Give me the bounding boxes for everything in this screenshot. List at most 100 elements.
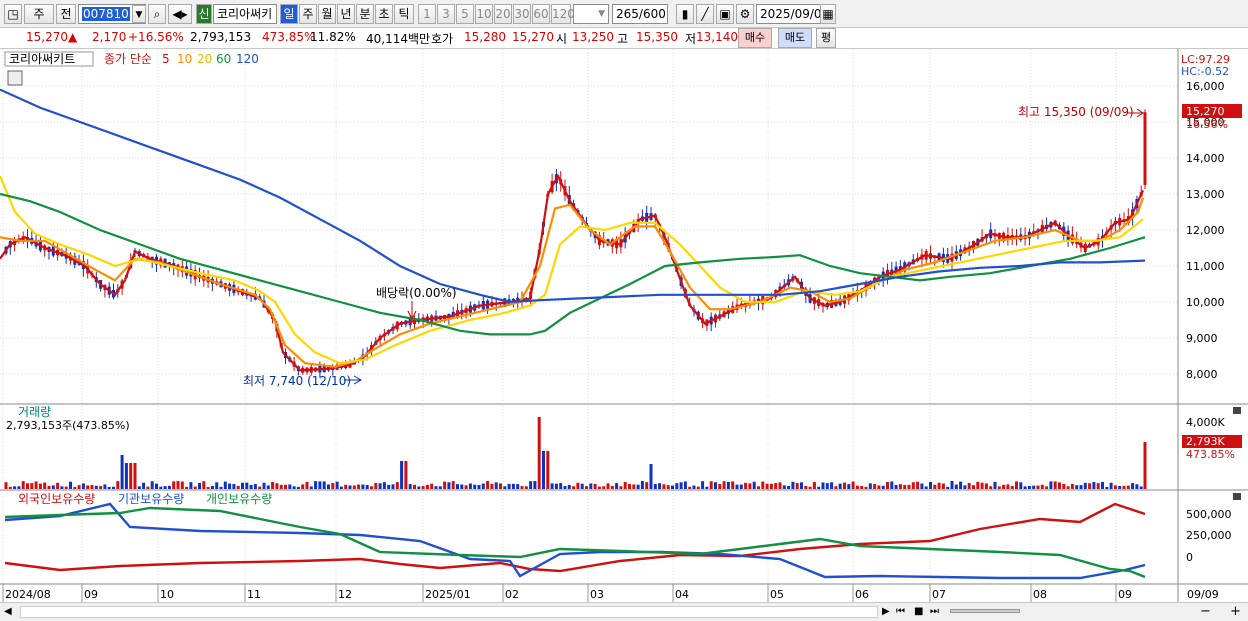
price-axis-label: 12,000 — [1186, 224, 1225, 237]
volume-bar — [77, 485, 81, 489]
volume-bar — [567, 485, 571, 489]
tab-minute[interactable]: 분 — [356, 4, 374, 24]
volume-bar — [387, 484, 391, 489]
volume-bar — [924, 486, 928, 489]
save-icon[interactable]: ▣ — [716, 4, 734, 24]
volume-bar — [972, 485, 975, 489]
volume-bar — [279, 484, 283, 489]
volume-bar — [632, 484, 636, 489]
search-icon[interactable]: ⌕ — [148, 4, 166, 24]
volume-bar — [1143, 442, 1147, 489]
tick-custom-input[interactable]: ▼ — [573, 4, 609, 24]
volume-bar — [438, 486, 442, 489]
tab-week[interactable]: 주 — [299, 4, 317, 24]
volume-bar — [636, 484, 640, 489]
volume-bar — [881, 485, 885, 489]
volume-bar — [671, 485, 674, 489]
zoom-in-icon[interactable]: + — [1230, 604, 1241, 619]
volume-bar — [658, 483, 662, 489]
x-axis-label: 03 — [590, 588, 604, 601]
zoom-slider[interactable] — [950, 609, 1020, 613]
volume-bar — [43, 482, 47, 489]
volume-bar — [1075, 485, 1079, 489]
scrollbar[interactable]: ◀ ▶ ⏮ ■ ⏭ − + — [0, 602, 1248, 621]
change-rate: +16.56% — [128, 30, 184, 44]
tick-20[interactable]: 20 — [494, 4, 512, 24]
average-button[interactable]: 평 — [816, 28, 836, 48]
volume-bar — [542, 451, 545, 489]
stop-icon[interactable]: ■ — [914, 606, 923, 617]
volume-bar — [443, 481, 447, 489]
volume-bar — [284, 484, 287, 489]
holding-close-icon[interactable] — [1233, 493, 1241, 500]
calendar-icon[interactable]: ▦ — [820, 4, 836, 24]
speaker-icon[interactable]: ◀▸ — [168, 4, 192, 24]
volume-bar — [468, 483, 472, 489]
volume-close-icon[interactable] — [1233, 407, 1241, 414]
tick-10[interactable]: 10 — [475, 4, 493, 24]
scroll-right-icon[interactable]: ▶ — [882, 606, 890, 617]
tick-120[interactable]: 120 — [551, 4, 575, 24]
sell-button[interactable]: 매도 — [778, 28, 812, 48]
tab-month[interactable]: 월 — [318, 4, 336, 24]
volume-bar — [589, 483, 593, 489]
volume-bar — [460, 484, 464, 489]
volume-bar — [1113, 485, 1117, 489]
compare-button[interactable]: 전 — [56, 4, 76, 24]
scroll-left-icon[interactable]: ◀ — [4, 606, 12, 617]
tab-day[interactable]: 일 — [280, 4, 298, 24]
x-axis-label: 12 — [338, 588, 352, 601]
scroll-last-icon[interactable]: ⏭ — [930, 606, 939, 617]
volume-title: 거래량 — [18, 405, 51, 419]
volume-bar — [847, 484, 851, 489]
zoom-out-icon[interactable]: − — [1200, 604, 1211, 619]
volume-bar — [202, 481, 206, 489]
volume-bar — [1092, 482, 1096, 489]
volume-bar — [13, 486, 17, 489]
scroll-first-icon[interactable]: ⏮ — [896, 606, 905, 617]
volume-bar — [146, 486, 150, 489]
volume-bar — [744, 482, 748, 489]
volume-bar — [477, 484, 481, 489]
volume-bar — [292, 486, 296, 489]
volume-bar — [417, 486, 421, 489]
layout-icon[interactable]: ◳ — [4, 4, 22, 24]
tab-year[interactable]: 년 — [337, 4, 355, 24]
volume-bar — [374, 483, 378, 489]
volume-bar — [473, 484, 477, 489]
table-icon[interactable] — [7, 70, 23, 86]
tab-tick[interactable]: 틱 — [394, 4, 414, 24]
tick-60[interactable]: 60 — [532, 4, 550, 24]
new-badge: 신 — [196, 4, 212, 24]
volume-bar — [705, 486, 709, 489]
x-axis-label: 07 — [932, 588, 946, 601]
tick-30[interactable]: 30 — [513, 4, 531, 24]
tick-1[interactable]: 1 — [418, 4, 436, 24]
scroll-track[interactable] — [20, 606, 878, 618]
period-select[interactable]: 주 — [24, 4, 54, 24]
volume-bar — [262, 482, 266, 489]
volume-bar — [1139, 486, 1143, 489]
draw-tool-icon[interactable]: ╱ — [696, 4, 714, 24]
buy-button[interactable]: 매수 — [738, 28, 772, 48]
volume-bar — [774, 483, 778, 489]
volume-bar — [941, 483, 945, 489]
volume-bar — [662, 484, 666, 489]
volume-bar — [873, 484, 877, 489]
volume-bar — [950, 481, 954, 489]
count-input[interactable]: 265/600 — [612, 4, 668, 24]
x-axis-label: 05 — [770, 588, 784, 601]
tick-5[interactable]: 5 — [456, 4, 474, 24]
volume-bar — [679, 482, 683, 489]
volume-bar — [288, 484, 292, 489]
volume-bar — [688, 486, 692, 489]
volume-bar — [425, 484, 429, 489]
volume-bar — [486, 481, 490, 489]
indicator-icon[interactable]: ▮ — [676, 4, 694, 24]
gear-icon[interactable]: ⚙ — [736, 4, 754, 24]
tab-second[interactable]: 초 — [375, 4, 393, 24]
date-input[interactable]: 2025/09/09 — [756, 4, 829, 24]
tick-3[interactable]: 3 — [437, 4, 455, 24]
dropdown-icon[interactable]: ▼ — [132, 5, 146, 23]
volume-bar — [193, 486, 197, 489]
